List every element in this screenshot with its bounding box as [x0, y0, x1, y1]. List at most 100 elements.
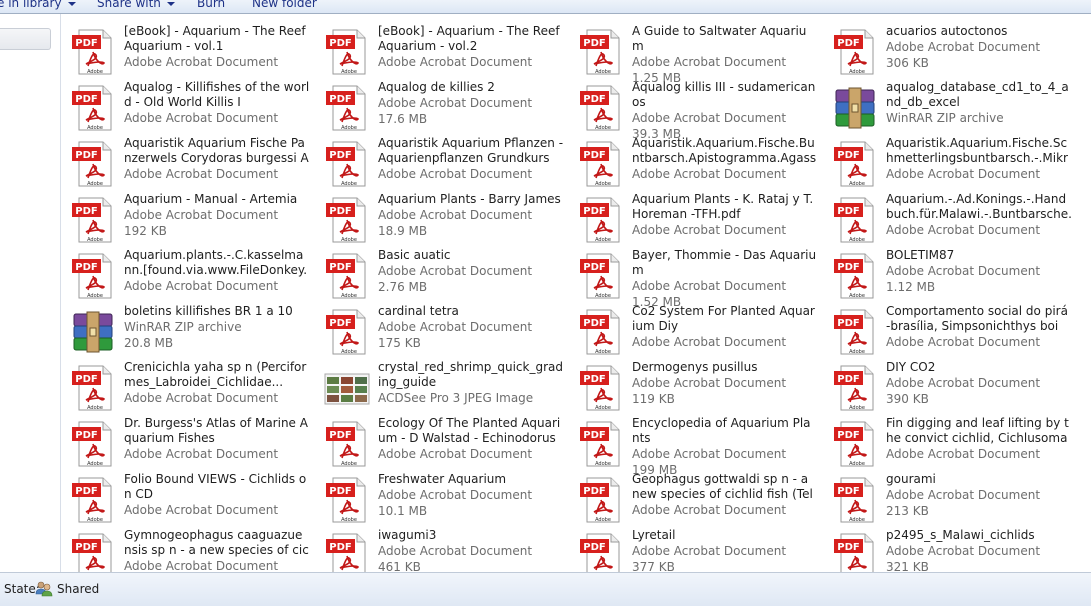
file-item[interactable]: crystal_red_shrimp_quick_grading_guide AC…: [315, 360, 565, 412]
svg-text:PDF: PDF: [75, 374, 97, 385]
pdf-file-icon: PDFAdobe: [577, 532, 625, 572]
file-item[interactable]: PDF Adobe Aquarium Plants - K. Rataj y T. …: [569, 192, 819, 244]
file-name: Folio Bound VIEWS - Cichlids on CD: [124, 472, 307, 501]
file-item[interactable]: PDF Adobe Aqualog - Killifishes of the wor…: [61, 80, 311, 132]
burn-button[interactable]: Burn: [197, 0, 225, 12]
file-item[interactable]: PDF Adobe [eBook] - Aquarium - The Reef Aq…: [61, 24, 311, 76]
file-type: Adobe Acrobat Document: [378, 55, 533, 69]
svg-text:PDF: PDF: [329, 486, 351, 497]
pdf-file-icon: PDFAdobe: [323, 420, 371, 468]
file-details: DIY CO2 Adobe Acrobat Document 390 KB: [886, 360, 1072, 407]
navigation-pane[interactable]: [0, 14, 61, 572]
file-item[interactable]: PDF Adobe Aqualog de killies 2 Adobe Acroba…: [315, 80, 565, 132]
svg-text:PDF: PDF: [75, 430, 97, 441]
file-item[interactable]: PDFAdobe iwagumi3 Adobe Acrobat Document 46…: [315, 528, 565, 572]
file-name: Gymnogeophagus caaguazuensis sp n - a ne…: [124, 528, 309, 557]
file-details: Lyretail Adobe Acrobat Document 377 KB: [632, 528, 818, 572]
pdf-file-icon: PDFAdobe: [69, 532, 117, 572]
file-list-view[interactable]: PDF Adobe [eBook] - Aquarium - The Reef Aq…: [61, 14, 1091, 572]
svg-text:Adobe: Adobe: [87, 69, 103, 75]
file-item[interactable]: PDF Adobe acuarios autoctonos Adobe Acrobat…: [823, 24, 1073, 76]
file-item[interactable]: PDFAdobe p2495_s_Malawi_cichlids Adobe Acr…: [823, 528, 1073, 572]
file-item[interactable]: PDFAdobeGymnogeophagus caaguazuensis sp …: [61, 528, 311, 572]
file-item[interactable]: PDF Adobe Aquarium - Manual - Artemia Adobe…: [61, 192, 311, 244]
file-name: acuarios autoctonos: [886, 24, 1008, 38]
new-folder-button[interactable]: New folder: [252, 0, 317, 12]
svg-text:PDF: PDF: [329, 150, 351, 161]
pdf-file-icon: PDFAdobe: [577, 364, 625, 412]
file-item[interactable]: PDF Adobe Fin digging and leaf lifting by …: [823, 416, 1073, 468]
file-name: Aquaristik Aquarium Pflanzen - Aquarienp…: [378, 136, 564, 165]
file-item[interactable]: PDF Adobe gourami Adobe Acrobat Document 213…: [823, 472, 1073, 524]
file-size: 119 KB: [632, 392, 675, 406]
svg-text:Adobe: Adobe: [341, 237, 357, 243]
file-item[interactable]: PDF Adobe Aquarium.plants.-.C.kasselmann.[…: [61, 248, 311, 300]
file-item[interactable]: PDF Adobe Encyclopedia of Aquarium Plants A…: [569, 416, 819, 477]
svg-text:Adobe: Adobe: [849, 69, 865, 75]
file-details: Gymnogeophagus caaguazuensis sp n - a ne…: [124, 528, 310, 572]
file-type: WinRAR ZIP archive: [886, 111, 1004, 125]
svg-text:PDF: PDF: [75, 206, 97, 217]
svg-text:PDF: PDF: [837, 262, 859, 273]
svg-text:Adobe: Adobe: [341, 181, 357, 187]
file-type: Adobe Acrobat Document: [378, 96, 533, 110]
file-item[interactable]: PDF Adobe Aquaristik Aquarium Fische Panze…: [61, 136, 311, 188]
file-item[interactable]: PDF Adobe Dermogenys pusillus Adobe Acrobat…: [569, 360, 819, 412]
include-in-library-label: e in library: [0, 0, 62, 10]
file-type: Adobe Acrobat Document: [378, 544, 533, 558]
file-name: Aquaristik.Aquarium.Fische.Buntbarsch.Ap…: [632, 136, 817, 165]
file-item[interactable]: PDF Adobe A Guide to Saltwater Aquarium Ado…: [569, 24, 819, 85]
file-item[interactable]: PDF Adobe Folio Bound VIEWS - Cichlids on …: [61, 472, 311, 524]
file-name: Geophagus gottwaldi sp n - a new species…: [632, 472, 813, 501]
pdf-file-icon: PDF Adobe: [323, 196, 371, 244]
pdf-file-icon: PDFAdobe: [69, 252, 117, 300]
file-name: Bayer, Thommie - Das Aquarium: [632, 248, 817, 277]
svg-text:Adobe: Adobe: [341, 293, 357, 299]
file-item[interactable]: PDF Adobe Aqualog killis III - sudamerican…: [569, 80, 819, 141]
file-details: Ecology Of The Planted Aquarium - D Wals…: [378, 416, 564, 462]
file-item[interactable]: PDF Adobe Freshwater Aquarium Adobe Acrobat…: [315, 472, 565, 524]
file-item[interactable]: PDF Adobe Crenicichla yaha sp n (Perciform…: [61, 360, 311, 412]
file-type: Adobe Acrobat Document: [378, 167, 533, 181]
svg-text:Adobe: Adobe: [595, 181, 611, 187]
file-item[interactable]: PDF Adobe Aquarium Plants - Barry James Ado…: [315, 192, 565, 244]
file-item[interactable]: PDFAdobe Lyretail Adobe Acrobat Document 37…: [569, 528, 819, 572]
file-item[interactable]: PDF Adobe cardinal tetra Adobe Acrobat Docu…: [315, 304, 565, 356]
file-item[interactable]: PDF Adobe DIY CO2 Adobe Acrobat Document 390…: [823, 360, 1073, 412]
file-item[interactable]: PDF Adobe Geophagus gottwaldi sp n - a new…: [569, 472, 819, 524]
include-in-library-button[interactable]: e in library: [0, 0, 76, 12]
svg-text:PDF: PDF: [837, 318, 859, 329]
navigation-selected-item[interactable]: [0, 28, 51, 50]
file-details: Encyclopedia of Aquarium Plants Adobe Acr…: [632, 416, 818, 478]
file-item[interactable]: PDF Adobe Ecology Of The Planted Aquarium …: [315, 416, 565, 468]
file-details: p2495_s_Malawi_cichlids Adobe Acrobat Doc…: [886, 528, 1072, 572]
file-item[interactable]: boletins killifishes BR 1 a 10 WinRAR ZIP…: [61, 304, 311, 356]
file-item[interactable]: PDF Adobe Aquaristik Aquarium Pflanzen - A…: [315, 136, 565, 188]
svg-text:PDF: PDF: [329, 206, 351, 217]
svg-text:Adobe: Adobe: [595, 405, 611, 411]
chevron-down-icon: [166, 1, 175, 6]
file-item[interactable]: PDF Adobe Co2 System For Planted Aquarium …: [569, 304, 819, 356]
file-details: Aquarium.-.Ad.Konings.-.Handbuch.für.Mal…: [886, 192, 1072, 238]
file-item[interactable]: PDF Adobe Dr. Burgess's Atlas of Marine Aq…: [61, 416, 311, 468]
command-toolbar: e in library Share with Burn New folder: [0, 0, 1091, 14]
file-item[interactable]: PDF Adobe Aquarium.-.Ad.Konings.-.Handbuch…: [823, 192, 1073, 244]
file-name: DIY CO2: [886, 360, 936, 374]
file-item[interactable]: PDF Adobe [eBook] - Aquarium - The Reef Aq…: [315, 24, 565, 76]
shared-users-icon: [35, 581, 53, 597]
file-details: Aquaristik.Aquarium.Fische.Buntbarsch.Ap…: [632, 136, 818, 182]
winrar-archive-icon: [69, 308, 117, 356]
file-item[interactable]: aqualog_database_cd1_to_4_and_db_excel Wi…: [823, 80, 1073, 132]
svg-text:Adobe: Adobe: [341, 69, 357, 75]
svg-text:PDF: PDF: [837, 542, 859, 553]
file-item[interactable]: PDF Adobe Aquaristik.Aquarium.Fische.Buntb…: [569, 136, 819, 188]
file-item[interactable]: PDF Adobe Aquaristik.Aquarium.Fische.Schme…: [823, 136, 1073, 188]
file-item[interactable]: PDF Adobe BOLETIM87 Adobe Acrobat Document 1…: [823, 248, 1073, 300]
file-size: 2.76 MB: [378, 280, 428, 294]
pdf-file-icon: PDFAdobe: [69, 364, 117, 412]
share-with-button[interactable]: Share with: [97, 0, 175, 12]
file-item[interactable]: PDF Adobe Comportamento social do pirá-bra…: [823, 304, 1073, 356]
file-item[interactable]: PDF Adobe Basic auatic Adobe Acrobat Docume…: [315, 248, 565, 300]
file-details: Aquaristik.Aquarium.Fische.Schmetterling…: [886, 136, 1072, 182]
file-item[interactable]: PDF Adobe Bayer, Thommie - Das Aquarium Ado…: [569, 248, 819, 309]
